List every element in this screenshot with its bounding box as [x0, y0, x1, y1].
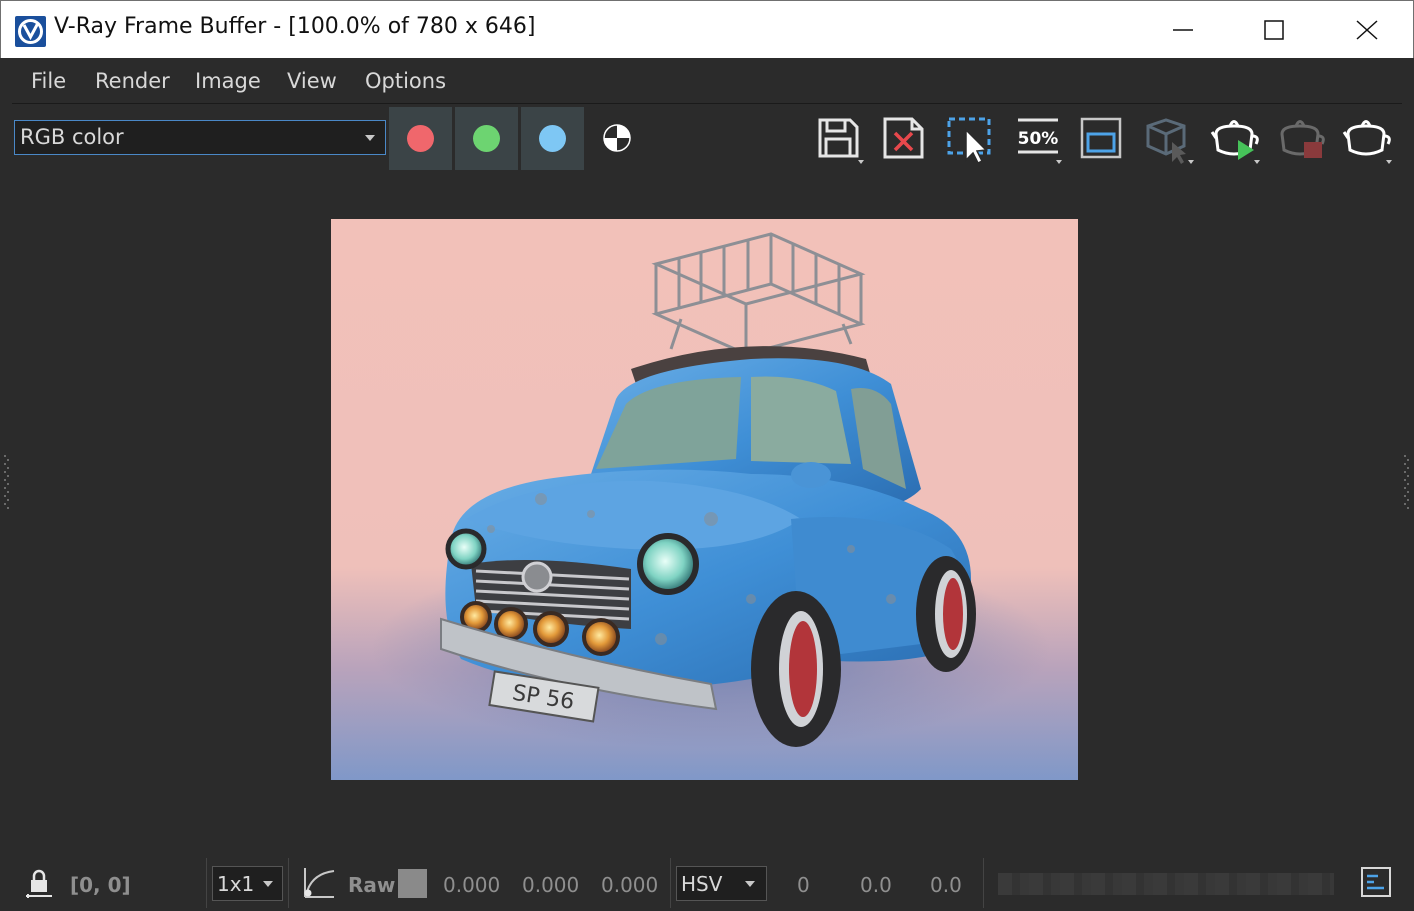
blue-value: 0.000 [601, 873, 659, 897]
status-divider [983, 858, 984, 908]
pixel-coords: [0, 0] [70, 873, 131, 897]
region-render-icon [947, 117, 991, 165]
frame-button[interactable] [1074, 112, 1130, 168]
green-value: 0.000 [522, 873, 580, 897]
right-panel-grip[interactable] [1404, 455, 1410, 513]
zoom-50-button[interactable]: 50% [1010, 112, 1066, 168]
status-divider [288, 858, 289, 908]
red-dot-icon [407, 125, 434, 152]
red-channel-button[interactable] [389, 107, 452, 170]
colorspace-select[interactable]: HSV [676, 866, 767, 901]
chevron-down-icon [263, 881, 273, 887]
menu-file[interactable]: File [31, 69, 66, 93]
blue-dot-icon [539, 125, 566, 152]
maximize-button[interactable] [1229, 1, 1321, 59]
blue-channel-button[interactable] [521, 107, 584, 170]
menu-bar: File Render Image View Options [0, 58, 1414, 104]
chevron-down-icon [745, 881, 755, 887]
menu-view[interactable]: View [287, 69, 337, 93]
menu-image[interactable]: Image [195, 69, 261, 93]
sampling-value: 1x1 [217, 872, 255, 896]
minimize-icon [1173, 29, 1193, 31]
menu-options[interactable]: Options [365, 69, 446, 93]
render-interactive-icon [1210, 120, 1260, 164]
car-render-image: SP 56 [331, 219, 1078, 780]
green-dot-icon [473, 125, 500, 152]
close-icon [1356, 20, 1378, 40]
zoom-50-label: 50% [1018, 129, 1059, 149]
color-swatch [398, 869, 427, 898]
channel-select-value: RGB color [20, 125, 124, 149]
minimize-button[interactable] [1137, 1, 1229, 59]
menu-render[interactable]: Render [95, 69, 170, 93]
color-mode-label: Raw [348, 873, 396, 897]
clear-image-icon [883, 117, 924, 159]
curve-button[interactable] [302, 864, 336, 900]
hue-value: 0 [797, 873, 810, 897]
log-icon [1361, 867, 1391, 897]
monochrome-icon [603, 124, 631, 152]
close-button[interactable] [1321, 1, 1413, 59]
zoom-50-icon: 50% [1018, 118, 1062, 164]
save-image-button[interactable] [812, 112, 868, 168]
save-image-icon [818, 118, 864, 164]
track-mouse-icon [1146, 118, 1194, 164]
render-icon [1342, 120, 1392, 164]
channel-select[interactable]: RGB color [14, 120, 386, 155]
stop-render-button[interactable] [1272, 112, 1328, 168]
lock-coords-button[interactable] [24, 868, 54, 898]
menu-divider [12, 103, 1402, 104]
rendered-image[interactable]: SP 56 [331, 219, 1078, 780]
region-render-button[interactable] [942, 112, 998, 168]
track-mouse-button[interactable] [1140, 112, 1196, 168]
log-button[interactable] [1360, 866, 1392, 898]
colorspace-value: HSV [681, 872, 723, 896]
frame-icon [1080, 117, 1122, 159]
left-panel-grip[interactable] [4, 455, 10, 513]
red-value: 0.000 [443, 873, 501, 897]
chevron-down-icon [365, 135, 375, 141]
saturation-value: 0.0 [860, 873, 892, 897]
window-title: V-Ray Frame Buffer - [100.0% of 780 x 64… [54, 14, 536, 39]
vray-logo-icon [15, 16, 46, 47]
progress-area [998, 873, 1334, 895]
status-divider [670, 858, 671, 908]
render-interactive-button[interactable] [1206, 112, 1262, 168]
render-button[interactable] [1338, 112, 1394, 168]
value-value: 0.0 [930, 873, 962, 897]
clear-image-button[interactable] [876, 112, 932, 168]
stop-render-icon [1280, 120, 1325, 158]
title-bar: V-Ray Frame Buffer - [100.0% of 780 x 64… [0, 0, 1414, 58]
maximize-icon [1264, 20, 1284, 40]
lock-icon [26, 869, 52, 898]
curve-icon [304, 868, 335, 898]
sampling-select[interactable]: 1x1 [212, 866, 283, 901]
status-divider [206, 858, 207, 908]
monochrome-button[interactable] [603, 124, 631, 152]
green-channel-button[interactable] [455, 107, 518, 170]
